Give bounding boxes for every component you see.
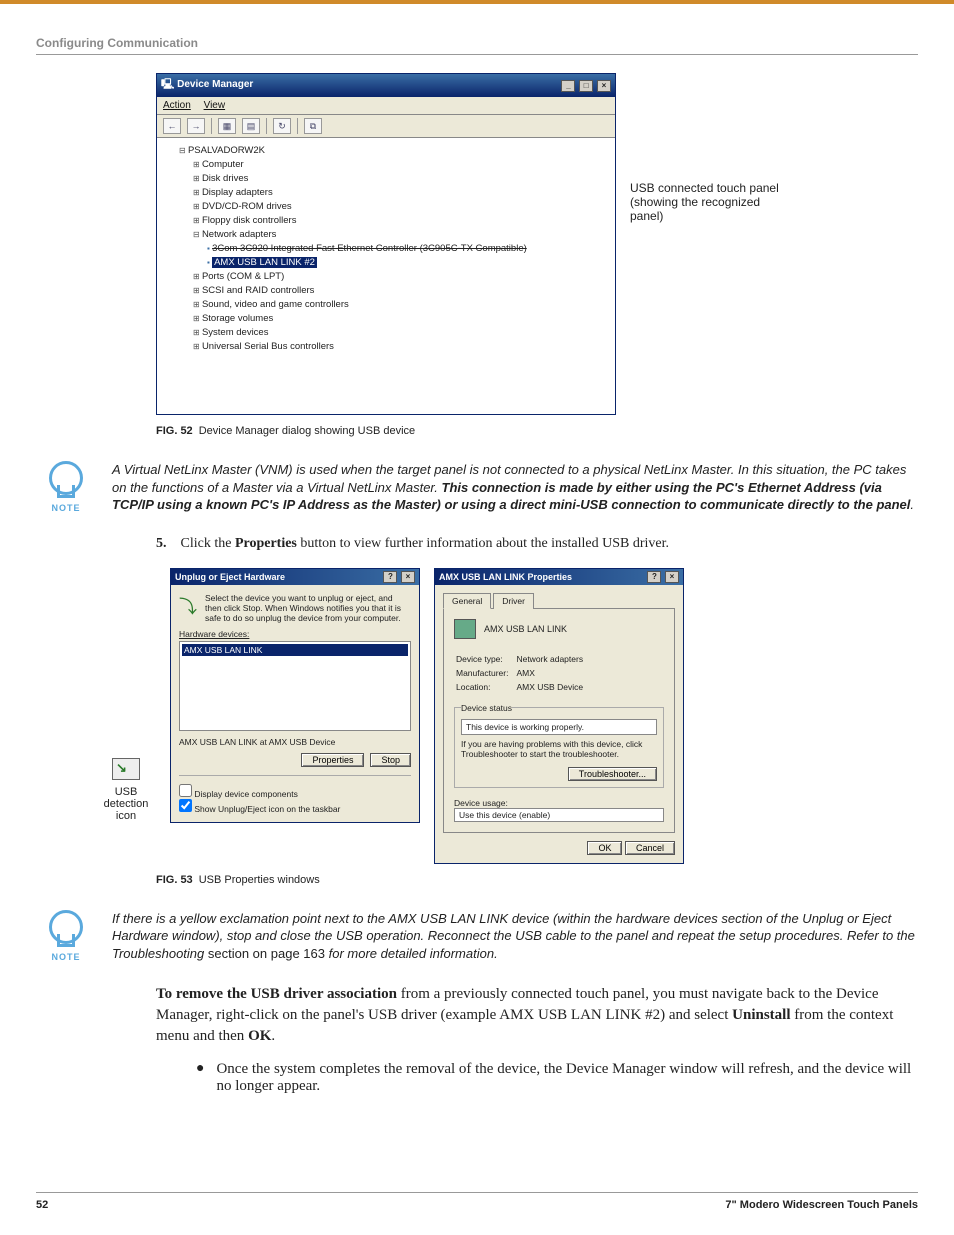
ok-button[interactable]: OK (587, 841, 622, 855)
tree-root[interactable]: PSALVADORW2K Computer Disk drives Displa… (179, 144, 607, 354)
figure-52: 🖳 Device Manager _ □ × Action View ← → ▦ (156, 73, 918, 415)
step-5: 5. Click the Properties button to view f… (156, 536, 918, 552)
maximize-icon[interactable]: □ (579, 80, 593, 92)
tree-item-nic[interactable]: 3Com 3C920 Integrated Fast Ethernet Cont… (207, 242, 607, 256)
tree-item[interactable]: Sound, video and game controllers (193, 298, 607, 312)
page-footer: 52 7" Modero Widescreen Touch Panels (36, 1192, 918, 1211)
tree-item[interactable]: Floppy disk controllers (193, 214, 607, 228)
hardware-list[interactable]: AMX USB LAN LINK (179, 641, 411, 731)
tree-item[interactable]: Universal Serial Bus controllers (193, 340, 607, 354)
menu-view[interactable]: View (204, 100, 226, 111)
tab-driver[interactable]: Driver (493, 593, 534, 609)
tool-icon[interactable]: ⧉ (304, 118, 322, 134)
titlebar: 🖳 Device Manager _ □ × (157, 74, 615, 97)
footer-title: 7" Modero Widescreen Touch Panels (725, 1199, 918, 1211)
close-icon[interactable]: × (401, 571, 415, 583)
tab-general[interactable]: General (443, 593, 491, 609)
tree-item[interactable]: Disk drives (193, 172, 607, 186)
unplug-window: Unplug or Eject Hardware ? × ⤵ Select th… (170, 568, 420, 823)
device-status: Device status This device is working pro… (454, 703, 664, 788)
bullet-dot: ● (196, 1061, 204, 1095)
titlebar: AMX USB LAN LINK Properties ? × (435, 569, 683, 585)
fig52-caption: FIG. 52Device Manager dialog showing USB… (156, 425, 918, 437)
tree-item[interactable]: Computer (193, 158, 607, 172)
show-tray-checkbox[interactable]: Show Unplug/Eject icon on the taskbar (179, 799, 411, 814)
stop-button[interactable]: Stop (370, 753, 411, 767)
tree-item-network[interactable]: Network adapters 3Com 3C920 Integrated F… (193, 228, 607, 270)
tree-item[interactable]: SCSI and RAID controllers (193, 284, 607, 298)
note-1: NOTE A Virtual NetLinx Master (VNM) is u… (156, 461, 918, 514)
note-icon: NOTE (36, 461, 96, 513)
note-text: If there is a yellow exclamation point n… (112, 910, 918, 963)
help-icon[interactable]: ? (647, 571, 661, 583)
menubar: Action View (157, 97, 615, 115)
device-usage-select[interactable]: Use this device (enable) (454, 808, 664, 822)
bullet-item: ● Once the system completes the removal … (196, 1061, 918, 1095)
usb-detection-icon-label: USB detection icon (96, 758, 156, 822)
bulb-icon (49, 461, 83, 495)
list-item[interactable]: AMX USB LAN LINK (182, 644, 408, 656)
forward-icon[interactable]: → (187, 118, 205, 134)
separator (266, 118, 267, 134)
titlebar: Unplug or Eject Hardware ? × (171, 569, 419, 585)
troubleshooter-button[interactable]: Troubleshooter... (568, 767, 657, 781)
tree-item[interactable]: Ports (COM & LPT) (193, 270, 607, 284)
titlebar-text: 🖳 Device Manager (161, 77, 253, 94)
toolbar: ← → ▦ ▤ ↻ ⧉ (157, 115, 615, 138)
properties-button[interactable]: Properties (301, 753, 364, 767)
unplug-icon: ⤵ (179, 593, 197, 623)
tabs: General Driver (443, 593, 675, 609)
fig52-callout: USB connected touch panel (showing the r… (630, 181, 790, 223)
help-icon[interactable]: ? (383, 571, 397, 583)
cancel-button[interactable]: Cancel (625, 841, 675, 855)
minimize-icon[interactable]: _ (561, 80, 575, 92)
figure-53: USB detection icon Unplug or Eject Hardw… (96, 568, 918, 864)
close-icon[interactable]: × (597, 80, 611, 92)
tree-item[interactable]: Storage volumes (193, 312, 607, 326)
menu-action[interactable]: Action (163, 100, 191, 111)
device-tree: PSALVADORW2K Computer Disk drives Displa… (157, 138, 615, 414)
bulb-icon (49, 910, 83, 944)
tree-item[interactable]: System devices (193, 326, 607, 340)
header-rule (36, 54, 918, 55)
device-manager-window: 🖳 Device Manager _ □ × Action View ← → ▦ (156, 73, 616, 415)
close-icon[interactable]: × (665, 571, 679, 583)
window-buttons: _ □ × (560, 80, 611, 92)
tool-icon[interactable]: ▦ (218, 118, 236, 134)
separator (297, 118, 298, 134)
page-number: 52 (36, 1199, 48, 1211)
note-text: A Virtual NetLinx Master (VNM) is used w… (112, 461, 918, 514)
tree-item-amx[interactable]: AMX USB LAN LINK #2 (207, 256, 607, 270)
refresh-icon[interactable]: ↻ (273, 118, 291, 134)
nic-icon (454, 619, 476, 639)
separator (211, 118, 212, 134)
back-icon[interactable]: ← (163, 118, 181, 134)
properties-window: AMX USB LAN LINK Properties ? × General … (434, 568, 684, 864)
tree-item[interactable]: Display adapters (193, 186, 607, 200)
note-2: NOTE If there is a yellow exclamation po… (156, 910, 918, 963)
remove-driver-paragraph: To remove the USB driver association fro… (156, 984, 918, 1047)
fig53-caption: FIG. 53USB Properties windows (156, 874, 918, 886)
tool-icon[interactable]: ▤ (242, 118, 260, 134)
section-header: Configuring Communication (36, 36, 918, 50)
tray-icon (112, 758, 140, 780)
tree-item[interactable]: DVD/CD-ROM drives (193, 200, 607, 214)
display-components-checkbox[interactable]: Display device components (179, 784, 411, 799)
note-icon: NOTE (36, 910, 96, 962)
